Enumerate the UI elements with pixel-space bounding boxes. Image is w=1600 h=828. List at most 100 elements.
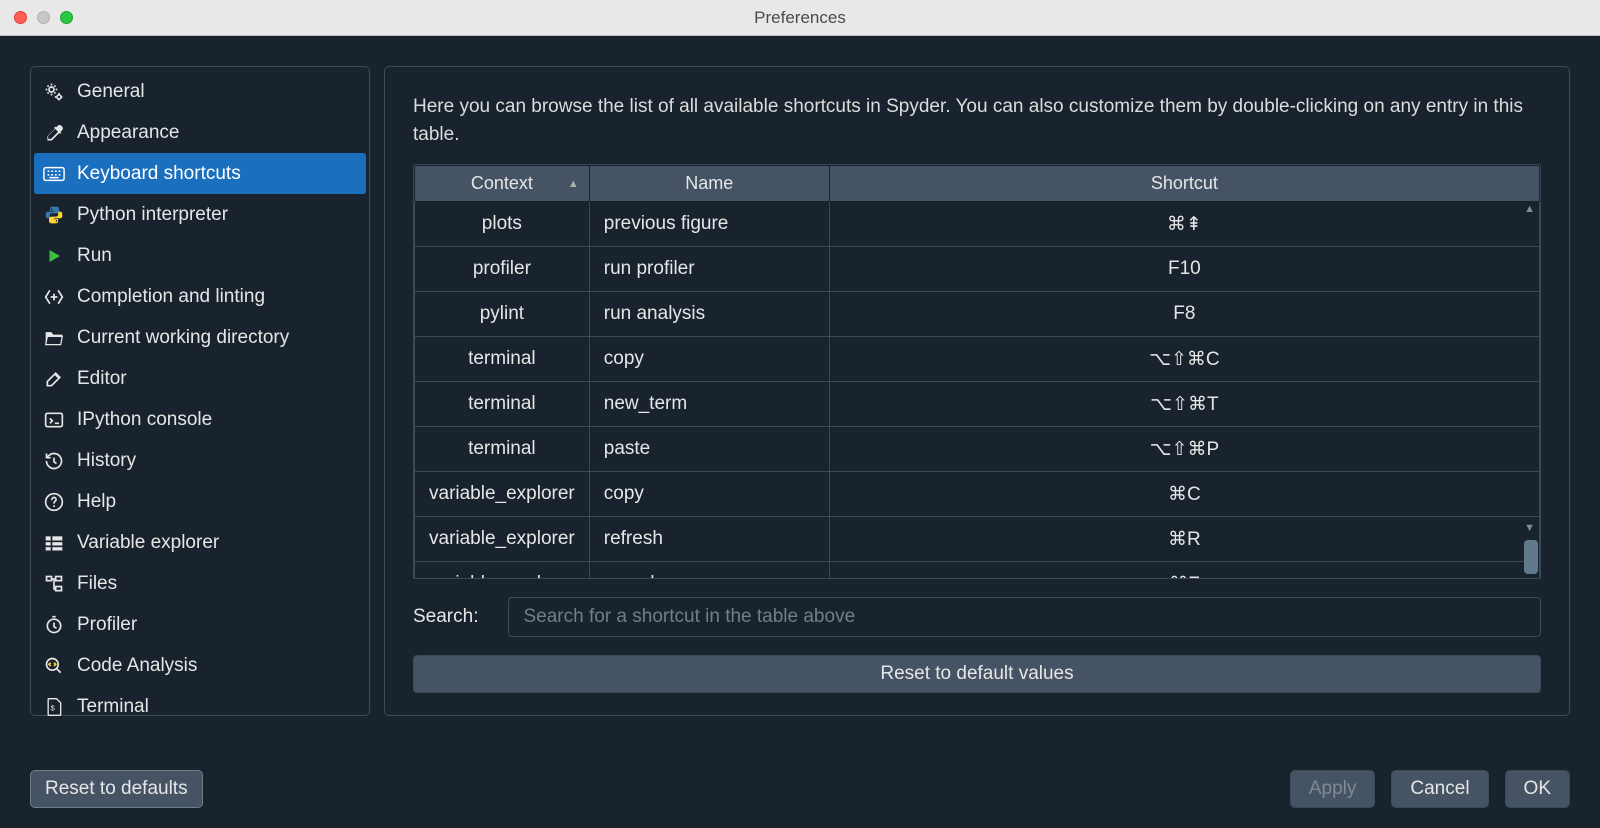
sidebar-item-label: Profiler <box>77 614 137 636</box>
table-row[interactable]: variable_explorersearch⌘F <box>415 562 1540 580</box>
sidebar-item-cwd[interactable]: Current working directory <box>31 317 369 358</box>
svg-text:$: $ <box>51 703 56 712</box>
search-input[interactable] <box>508 597 1541 637</box>
column-header-shortcut[interactable]: Shortcut <box>829 166 1539 202</box>
sidebar-item-label: Appearance <box>77 122 179 144</box>
sidebar-item-label: Run <box>77 245 112 267</box>
sidebar-item-label: Terminal <box>77 696 149 718</box>
sidebar-item-run[interactable]: Run <box>31 235 369 276</box>
gears-icon <box>43 82 65 102</box>
table-cell-context: terminal <box>415 337 590 382</box>
table-row[interactable]: variable_explorercopy⌘C <box>415 472 1540 517</box>
table-cell-context: terminal <box>415 427 590 472</box>
scroll-down-arrow-icon[interactable]: ▼ <box>1524 522 1535 534</box>
table-row[interactable]: plotsprevious figure⌘⇞ <box>415 202 1540 247</box>
completion-icon <box>43 287 65 307</box>
apply-button[interactable]: Apply <box>1290 770 1376 808</box>
table-row[interactable]: terminalpaste⌥⇧⌘P <box>415 427 1540 472</box>
close-window-button[interactable] <box>14 11 27 24</box>
search-label: Search: <box>413 606 478 628</box>
sidebar-item-label: IPython console <box>77 409 212 431</box>
sidebar-item-label: Variable explorer <box>77 532 219 554</box>
preferences-sidebar: General Appearance Keyboard shortcuts Py… <box>30 66 370 716</box>
sidebar-item-keyboard-shortcuts[interactable]: Keyboard shortcuts <box>34 153 366 194</box>
table-cell-shortcut: F10 <box>829 247 1539 292</box>
sidebar-item-label: Keyboard shortcuts <box>77 163 241 185</box>
sidebar-item-python-interpreter[interactable]: Python interpreter <box>31 194 369 235</box>
titlebar: Preferences <box>0 0 1600 36</box>
sidebar-item-label: Help <box>77 491 116 513</box>
table-cell-name: run profiler <box>589 247 829 292</box>
table-cell-name: copy <box>589 337 829 382</box>
sidebar-item-ipython-console[interactable]: IPython console <box>31 399 369 440</box>
clock-icon <box>43 615 65 635</box>
column-header-context-label: Context <box>471 173 533 193</box>
sidebar-item-files[interactable]: Files <box>31 563 369 604</box>
table-row[interactable]: variable_explorerrefresh⌘R <box>415 517 1540 562</box>
cancel-label: Cancel <box>1410 778 1469 799</box>
eyedropper-icon <box>43 123 65 143</box>
preferences-content: Here you can browse the list of all avai… <box>384 66 1570 716</box>
sidebar-item-appearance[interactable]: Appearance <box>31 112 369 153</box>
reset-to-default-values-button[interactable]: Reset to default values <box>413 655 1541 693</box>
table-row[interactable]: pylintrun analysisF8 <box>415 292 1540 337</box>
search-code-icon <box>43 656 65 676</box>
sidebar-item-general[interactable]: General <box>31 71 369 112</box>
table-cell-name: refresh <box>589 517 829 562</box>
sidebar-item-label: Current working directory <box>77 327 289 349</box>
table-cell-shortcut: ⌥⇧⌘P <box>829 427 1539 472</box>
scroll-up-arrow-icon[interactable]: ▲ <box>1524 203 1535 215</box>
table-cell-shortcut: ⌘F <box>829 562 1539 580</box>
table-cell-shortcut: ⌥⇧⌘C <box>829 337 1539 382</box>
minimize-window-button[interactable] <box>37 11 50 24</box>
sidebar-item-label: Python interpreter <box>77 204 228 226</box>
table-cell-shortcut: F8 <box>829 292 1539 337</box>
column-header-shortcut-label: Shortcut <box>1151 173 1218 193</box>
window-body: General Appearance Keyboard shortcuts Py… <box>0 36 1600 828</box>
edit-icon <box>43 369 65 389</box>
window-title: Preferences <box>754 8 846 28</box>
keyboard-icon <box>43 166 65 182</box>
window-controls <box>0 11 73 24</box>
bottom-bar: Reset to defaults Apply Cancel OK <box>0 750 1600 828</box>
scrollbar-thumb[interactable] <box>1524 540 1538 574</box>
sidebar-item-help[interactable]: Help <box>31 481 369 522</box>
column-header-name-label: Name <box>685 173 733 193</box>
zoom-window-button[interactable] <box>60 11 73 24</box>
sidebar-item-label: General <box>77 81 145 103</box>
sidebar-item-label: Completion and linting <box>77 286 265 308</box>
table-cell-name: new_term <box>589 382 829 427</box>
sidebar-item-profiler[interactable]: Profiler <box>31 604 369 645</box>
sidebar-item-history[interactable]: History <box>31 440 369 481</box>
file-tree-icon <box>43 574 65 594</box>
column-header-name[interactable]: Name <box>589 166 829 202</box>
table-cell-context: plots <box>415 202 590 247</box>
sidebar-item-variable-explorer[interactable]: Variable explorer <box>31 522 369 563</box>
column-header-context[interactable]: Context ▲ <box>415 166 590 202</box>
table-cell-name: run analysis <box>589 292 829 337</box>
table-cell-context: variable_explorer <box>415 562 590 580</box>
cancel-button[interactable]: Cancel <box>1391 770 1488 808</box>
sidebar-item-label: Editor <box>77 368 127 390</box>
table-cell-name: paste <box>589 427 829 472</box>
folder-open-icon <box>43 329 65 347</box>
reset-to-defaults-button[interactable]: Reset to defaults <box>30 770 203 808</box>
ok-label: OK <box>1524 778 1551 799</box>
sidebar-item-terminal[interactable]: $ Terminal <box>31 686 369 727</box>
play-icon <box>43 247 65 265</box>
ok-button[interactable]: OK <box>1505 770 1570 808</box>
history-icon <box>43 451 65 471</box>
table-row[interactable]: profilerrun profilerF10 <box>415 247 1540 292</box>
apply-label: Apply <box>1309 778 1357 799</box>
sidebar-item-completion-linting[interactable]: Completion and linting <box>31 276 369 317</box>
table-row[interactable]: terminalnew_term⌥⇧⌘T <box>415 382 1540 427</box>
reset-to-default-values-label: Reset to default values <box>880 663 1073 685</box>
table-cell-context: variable_explorer <box>415 472 590 517</box>
sidebar-item-label: Files <box>77 573 117 595</box>
sidebar-item-code-analysis[interactable]: Code Analysis <box>31 645 369 686</box>
table-cell-context: profiler <box>415 247 590 292</box>
table-cell-name: copy <box>589 472 829 517</box>
table-cell-shortcut: ⌘⇞ <box>829 202 1539 247</box>
table-row[interactable]: terminalcopy⌥⇧⌘C <box>415 337 1540 382</box>
sidebar-item-editor[interactable]: Editor <box>31 358 369 399</box>
